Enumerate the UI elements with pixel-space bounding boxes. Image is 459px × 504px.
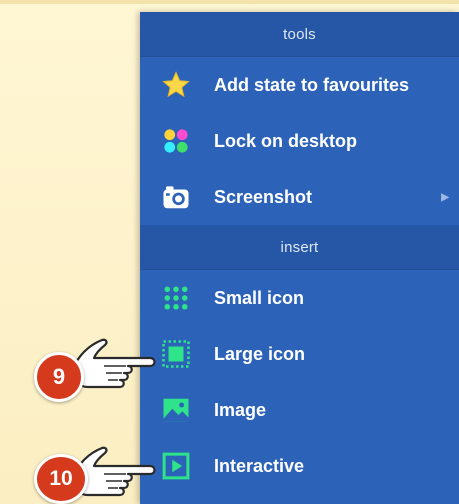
section-header-insert: insert — [140, 225, 459, 270]
menu-item-image[interactable]: Image — [140, 382, 459, 438]
callout-9: 9 — [32, 330, 162, 402]
large-icon-square-icon — [160, 338, 192, 370]
callout-10: 10 — [32, 440, 162, 504]
menu-item-label: Add state to favourites — [214, 74, 410, 95]
menu-item-large-icon[interactable]: Large icon — [140, 326, 459, 382]
menu-item-add-to-favourites[interactable]: Add state to favourites — [140, 57, 459, 113]
menu-item-label: Interactive — [214, 455, 305, 476]
menu-item-lock-on-desktop[interactable]: Lock on desktop — [140, 113, 459, 169]
small-icon-grid-icon — [160, 282, 192, 314]
camera-icon — [160, 181, 192, 213]
menu-item-small-icon[interactable]: Small icon — [140, 270, 459, 326]
star-icon — [160, 69, 192, 101]
colored-dots-icon — [160, 125, 192, 157]
play-box-icon — [160, 450, 192, 482]
menu-item-screenshot[interactable]: Screenshot ▶ — [140, 169, 459, 225]
section-header-label: tools — [283, 25, 316, 43]
submenu-arrow-icon: ▶ — [441, 191, 449, 203]
menu-item-interactive[interactable]: Interactive — [140, 438, 459, 494]
section-header-tools: tools — [140, 12, 459, 57]
callout-number-badge: 10 — [34, 454, 88, 504]
menu-item-label: Lock on desktop — [214, 130, 358, 151]
menu-item-label: Image — [214, 399, 267, 420]
image-icon — [160, 394, 192, 426]
menu-item-label: Large icon — [214, 343, 306, 364]
context-menu: tools Add state to favourites Lock on de… — [140, 12, 459, 504]
menu-item-label: Small icon — [214, 287, 305, 308]
section-header-label: insert — [280, 238, 319, 256]
callout-number-badge: 9 — [34, 352, 84, 402]
menu-item-label: Screenshot — [214, 186, 313, 207]
